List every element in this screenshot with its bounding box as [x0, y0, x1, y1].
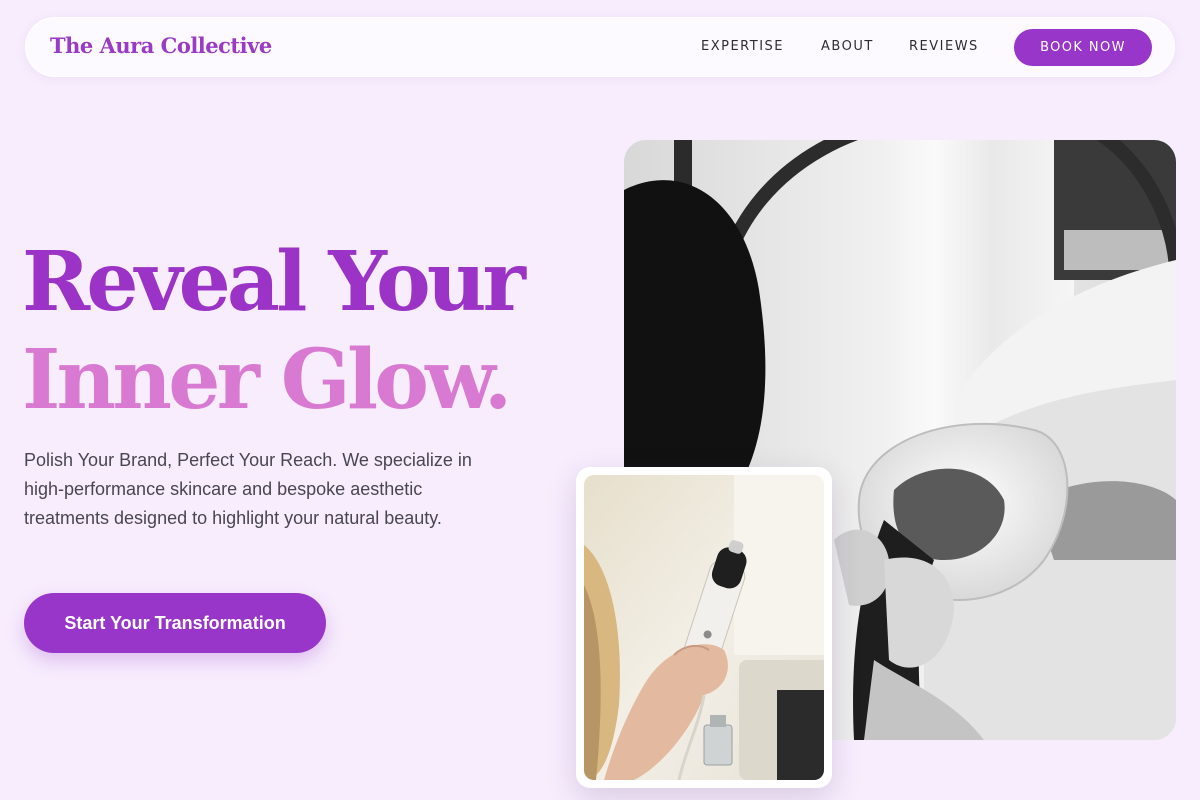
skincare-device-photo	[584, 475, 824, 780]
brand-logo[interactable]: The Aura Collective	[50, 33, 272, 58]
secondary-photo-card	[576, 467, 832, 788]
top-nav: The Aura Collective EXPERTISE ABOUT REVI…	[25, 17, 1175, 77]
headline-line-2: Inner Glow.	[22, 332, 512, 428]
nav-link-reviews[interactable]: REVIEWS	[909, 39, 979, 54]
hero-headline: Reveal Your Inner Glow.	[22, 233, 602, 429]
headline-line-1: Reveal Your	[22, 234, 526, 330]
nav-link-expertise[interactable]: EXPERTISE	[701, 39, 784, 54]
start-transformation-button[interactable]: Start Your Transformation	[24, 593, 326, 653]
book-now-button[interactable]: BOOK NOW	[1014, 29, 1152, 66]
nav-link-about[interactable]: ABOUT	[821, 39, 874, 54]
hero-description: Polish Your Brand, Perfect Your Reach. W…	[24, 450, 472, 528]
